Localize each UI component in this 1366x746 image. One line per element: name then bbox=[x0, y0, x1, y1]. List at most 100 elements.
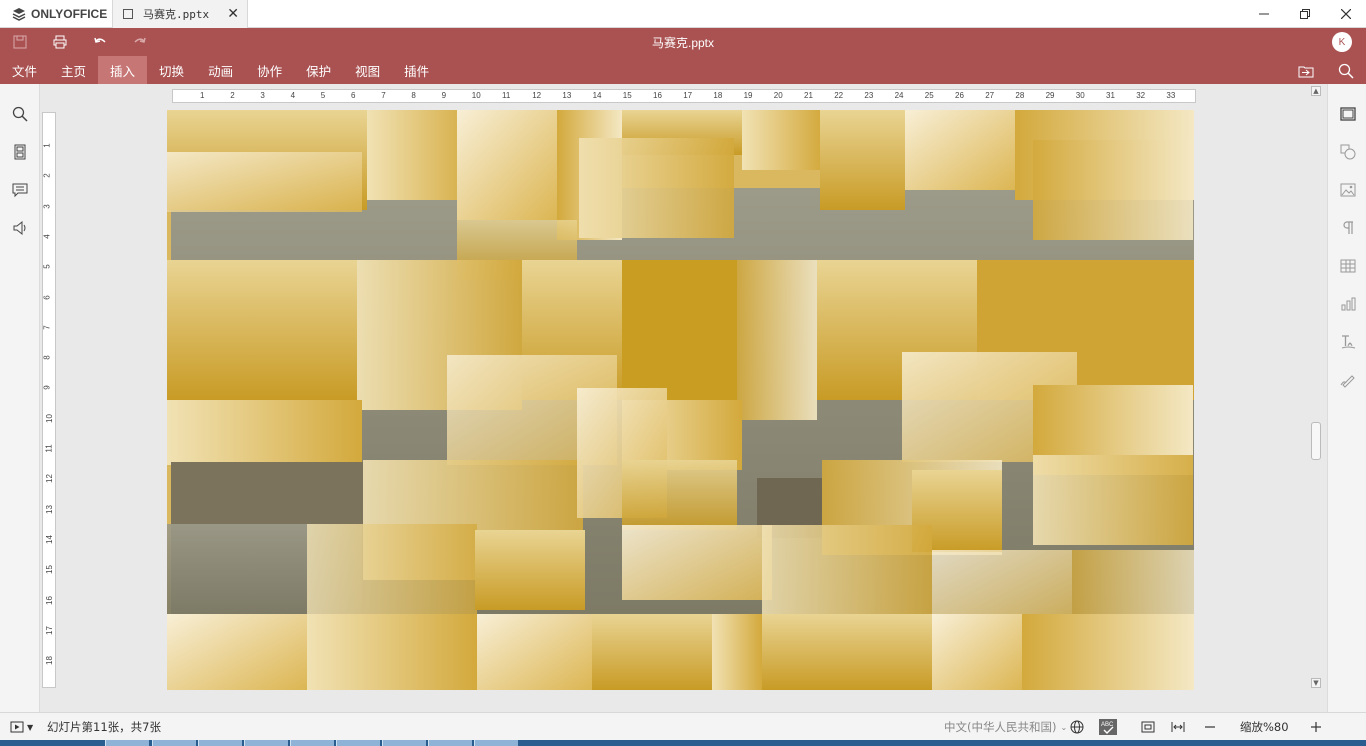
vertical-scrollbar[interactable]: ▲ ▼ bbox=[1309, 86, 1323, 692]
ruler-tick-label: 10 bbox=[44, 413, 54, 423]
start-slideshow-button[interactable]: ▼ bbox=[10, 719, 33, 735]
taskbar-item[interactable] bbox=[474, 740, 518, 746]
plus-icon bbox=[1311, 722, 1321, 732]
restore-button[interactable] bbox=[1285, 0, 1325, 28]
ruler-tick-label: 4 bbox=[42, 234, 52, 239]
os-taskbar bbox=[0, 740, 1366, 746]
tab-transitions[interactable]: 切换 bbox=[147, 56, 196, 84]
zoom-out-button[interactable] bbox=[1203, 719, 1217, 735]
ruler-tick-label: 26 bbox=[955, 91, 964, 100]
brand-name: ONLYOFFICE bbox=[31, 7, 108, 21]
ruler-tick-label: 30 bbox=[1075, 91, 1085, 100]
taskbar-item[interactable] bbox=[152, 740, 196, 746]
taskbar-item[interactable] bbox=[336, 740, 380, 746]
feedback-button[interactable] bbox=[10, 218, 30, 238]
tab-home[interactable]: 主页 bbox=[49, 56, 98, 84]
tab-label: 马赛克.pptx bbox=[143, 8, 210, 21]
ruler-tick-label: 16 bbox=[653, 91, 662, 100]
tab-insert[interactable]: 插入 bbox=[98, 56, 148, 84]
ruler-tick-label: 20 bbox=[773, 91, 783, 100]
ruler-tick-label: 29 bbox=[1045, 91, 1055, 100]
shape-settings-button[interactable] bbox=[1338, 142, 1358, 162]
ruler-tick-label: 7 bbox=[381, 91, 386, 100]
vertical-ruler[interactable]: 1 2 3 4 5 6 7 8 9 10 11 12 13 14 15 16 17 18 bbox=[42, 112, 56, 688]
minimize-icon bbox=[1259, 13, 1269, 15]
taskbar-item[interactable] bbox=[290, 740, 334, 746]
table-settings-button[interactable] bbox=[1338, 256, 1358, 276]
scroll-down-button[interactable]: ▼ bbox=[1311, 678, 1321, 688]
zoom-in-button[interactable] bbox=[1309, 719, 1323, 735]
text-art-settings-button[interactable] bbox=[1338, 332, 1358, 352]
ruler-tick-label: 23 bbox=[864, 91, 874, 100]
close-window-button[interactable] bbox=[1326, 0, 1366, 28]
ruler-tick-label: 18 bbox=[44, 656, 54, 666]
language-label: 中文(中华人民共和国) bbox=[944, 720, 1057, 734]
ruler-tick-label: 33 bbox=[1166, 91, 1176, 100]
slides-thumbnails-button[interactable] bbox=[10, 142, 30, 162]
taskbar-item[interactable] bbox=[198, 740, 242, 746]
slide-settings-icon bbox=[1340, 107, 1356, 121]
minimize-button[interactable] bbox=[1244, 0, 1284, 28]
ruler-tick-label: 12 bbox=[44, 474, 54, 484]
spell-check-button[interactable]: ABC bbox=[1099, 719, 1117, 735]
text-art-settings-icon bbox=[1341, 335, 1356, 349]
close-icon bbox=[1341, 9, 1351, 19]
ruler-tick-label: 25 bbox=[924, 91, 934, 100]
user-avatar[interactable]: K bbox=[1332, 32, 1352, 52]
signature-settings-button[interactable] bbox=[1338, 370, 1358, 390]
tab-file[interactable]: 文件 bbox=[0, 56, 49, 84]
scrollbar-thumb[interactable] bbox=[1311, 422, 1321, 460]
taskbar-item[interactable] bbox=[428, 740, 472, 746]
ruler-tick-label: 13 bbox=[44, 504, 54, 514]
search-icon bbox=[12, 106, 28, 122]
slide-counter: 幻灯片第11张，共7张 bbox=[47, 720, 161, 734]
slide-canvas[interactable] bbox=[167, 110, 1194, 690]
document-tab[interactable]: 马赛克.pptx ✕ bbox=[112, 0, 248, 28]
status-bar: ▼ 幻灯片第11张，共7张 中文(中华人民共和国) ⌄ ABC 缩放%80 bbox=[0, 712, 1366, 740]
restore-icon bbox=[1300, 9, 1310, 19]
slide-settings-button[interactable] bbox=[1338, 104, 1358, 124]
tab-collaboration[interactable]: 协作 bbox=[245, 56, 294, 84]
tab-view[interactable]: 视图 bbox=[343, 56, 392, 84]
ruler-tick-label: 8 bbox=[411, 91, 416, 100]
ruler-tick-label: 18 bbox=[713, 91, 723, 100]
fit-to-width-button[interactable] bbox=[1171, 719, 1185, 735]
ruler-tick-label: 4 bbox=[290, 91, 296, 100]
taskbar-item[interactable] bbox=[105, 740, 149, 746]
minus-icon bbox=[1205, 726, 1215, 728]
open-file-location-button[interactable] bbox=[1295, 62, 1317, 80]
taskbar-item[interactable] bbox=[382, 740, 426, 746]
left-toolbar bbox=[0, 84, 40, 712]
chart-settings-button[interactable] bbox=[1338, 294, 1358, 314]
horizontal-ruler[interactable]: 1 2 3 4 5 6 7 8 9 10 11 12 13 14 15 16 17 18 19 20 21 22 23 24 2… bbox=[172, 89, 1196, 103]
tab-animation[interactable]: 动画 bbox=[196, 56, 245, 84]
search-icon bbox=[1338, 63, 1354, 79]
ruler-tick-label: 28 bbox=[1015, 91, 1025, 100]
image-settings-button[interactable] bbox=[1338, 180, 1358, 200]
chart-settings-icon bbox=[1341, 297, 1356, 311]
header-search-button[interactable] bbox=[1335, 62, 1357, 80]
search-button[interactable] bbox=[10, 104, 30, 124]
ruler-tick-label: 27 bbox=[985, 91, 995, 100]
folder-icon bbox=[1298, 66, 1314, 78]
scroll-up-button[interactable]: ▲ bbox=[1311, 86, 1321, 96]
ruler-tick-label: 14 bbox=[592, 91, 602, 100]
paragraph-settings-button[interactable] bbox=[1338, 218, 1358, 238]
tab-protection[interactable]: 保护 bbox=[294, 56, 343, 84]
ruler-tick-label: 24 bbox=[894, 91, 904, 100]
ruler-tick-label: 22 bbox=[834, 91, 844, 100]
taskbar-item[interactable] bbox=[244, 740, 288, 746]
comments-button[interactable] bbox=[10, 180, 30, 200]
fit-slide-icon bbox=[1141, 721, 1155, 733]
fit-to-slide-button[interactable] bbox=[1141, 719, 1155, 735]
ruler-tick-label: 32 bbox=[1136, 91, 1146, 100]
language-selector[interactable]: 中文(中华人民共和国) ⌄ bbox=[944, 719, 1067, 735]
table-settings-icon bbox=[1340, 259, 1356, 273]
play-icon bbox=[10, 721, 24, 733]
tab-plugins[interactable]: 插件 bbox=[392, 56, 441, 84]
ruler-tick-label: 2 bbox=[230, 91, 235, 100]
set-document-language-button[interactable] bbox=[1070, 719, 1084, 735]
spell-check-icon: ABC bbox=[1099, 719, 1117, 735]
slides-thumbnails-icon bbox=[14, 144, 26, 160]
tab-close-button[interactable]: ✕ bbox=[227, 6, 239, 22]
